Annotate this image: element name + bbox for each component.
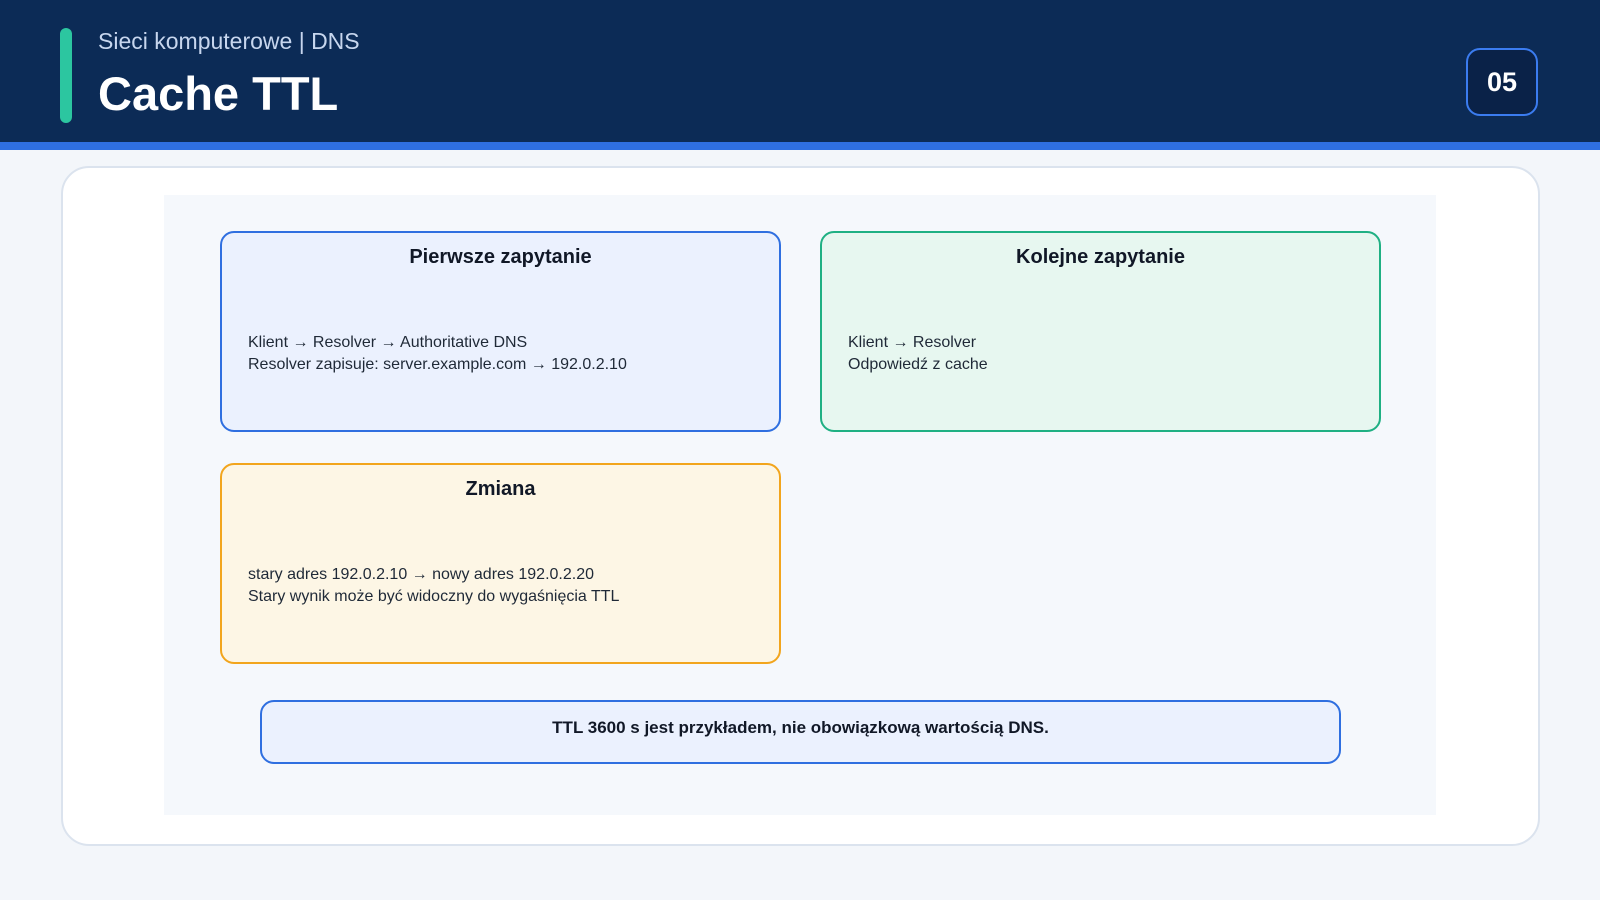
first-query-text: Klient → Resolver → Authoritative DNS Re… [248, 332, 627, 376]
next-query-line: Klient → Resolver [848, 334, 977, 351]
first-query-box: Pierwsze zapytanie Klient → Resolver → A… [220, 231, 781, 432]
change-line: Stary wynik może być widoczny do wygaśni… [248, 588, 620, 605]
next-query-title: Kolejne zapytanie [1016, 246, 1185, 268]
slide-subtitle: Sieci komputerowe | DNS [98, 28, 360, 54]
slide-title: Cache TTL [98, 67, 339, 120]
next-query-box: Kolejne zapytanie Klient → Resolver Odpo… [820, 231, 1381, 432]
first-query-line: Klient → Resolver → Authoritative DNS [248, 334, 528, 351]
change-box: Zmiana stary adres 192.0.2.10 → nowy adr… [220, 463, 781, 664]
header-divider [0, 142, 1600, 150]
ttl-note: TTL 3600 s jest przykładem, nie obowiązk… [260, 700, 1341, 764]
change-text: stary adres 192.0.2.10 → nowy adres 192.… [248, 564, 619, 608]
accent-bar [60, 28, 72, 123]
first-query-title: Pierwsze zapytanie [409, 246, 592, 268]
first-query-line: Resolver zapisuje: server.example.com → … [248, 356, 627, 373]
change-title: Zmiana [465, 478, 536, 500]
next-query-text: Klient → Resolver Odpowiedź z cache [848, 332, 988, 376]
change-line: stary adres 192.0.2.10 → nowy adres 192.… [248, 566, 594, 583]
next-query-line: Odpowiedź z cache [848, 356, 988, 373]
page-number-badge: 05 [1466, 48, 1538, 116]
